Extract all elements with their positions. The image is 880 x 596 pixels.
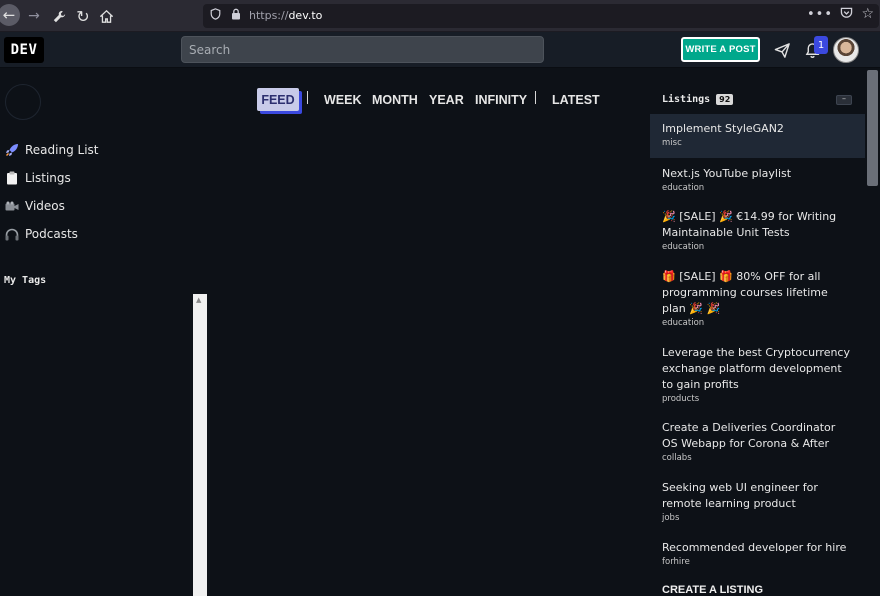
user-avatar[interactable] bbox=[833, 37, 859, 63]
listing-title: Recommended developer for hire bbox=[662, 541, 847, 554]
listing-item[interactable]: 🎉 [SALE] 🎉 €14.99 for Writing Maintainab… bbox=[650, 209, 865, 252]
listing-title: Create a Deliveries Coordinator OS Webap… bbox=[662, 421, 836, 450]
listing-item[interactable]: Next.js YouTube playlist education bbox=[650, 166, 865, 193]
more-actions-icon[interactable]: ••• bbox=[807, 7, 833, 22]
search-input[interactable] bbox=[181, 36, 544, 63]
reload-icon[interactable]: ↻ bbox=[73, 6, 93, 26]
listing-item[interactable]: Create a Deliveries Coordinator OS Webap… bbox=[650, 420, 865, 463]
lock-icon[interactable] bbox=[231, 8, 241, 23]
listing-item[interactable]: Seeking web UI engineer for remote learn… bbox=[650, 480, 865, 523]
listing-category: products bbox=[662, 394, 700, 404]
clipboard-icon bbox=[4, 170, 20, 186]
listing-title: Leverage the best Cryptocurrency exchang… bbox=[662, 346, 850, 391]
listing-item[interactable]: Recommended developer for hire forhire bbox=[650, 540, 865, 567]
headphones-icon bbox=[4, 226, 20, 242]
browser-toolbar: ← → ↻ https://dev.to ••• ☆ bbox=[0, 0, 880, 32]
tab-year[interactable]: YEAR bbox=[429, 88, 464, 112]
scroll-up-arrow-icon[interactable]: ▲ bbox=[196, 296, 201, 304]
sidebar-item-podcasts[interactable]: Podcasts bbox=[4, 224, 78, 244]
listings-count-badge: 92 bbox=[716, 94, 734, 105]
wrench-svg bbox=[53, 10, 65, 22]
listings-collapse-button[interactable]: – bbox=[836, 95, 852, 105]
tab-divider bbox=[535, 91, 536, 104]
tab-divider bbox=[307, 91, 308, 104]
bookmark-star-icon[interactable]: ☆ bbox=[861, 6, 874, 22]
camera-icon bbox=[4, 198, 20, 214]
page-scrollbar[interactable] bbox=[865, 68, 880, 596]
wrench-icon[interactable] bbox=[49, 6, 69, 26]
my-tags-heading: My Tags bbox=[4, 275, 47, 286]
create-listing-link[interactable]: CREATE A LISTING bbox=[662, 584, 763, 596]
tab-feed[interactable]: FEED bbox=[257, 88, 299, 111]
listing-title: 🎉 [SALE] 🎉 €14.99 for Writing Maintainab… bbox=[662, 210, 837, 239]
sidebar-item-label: Videos bbox=[25, 199, 65, 213]
listing-category: misc bbox=[662, 138, 682, 148]
listing-title: Seeking web UI engineer for remote learn… bbox=[662, 481, 818, 510]
listings-heading[interactable]: Listings 92 bbox=[662, 94, 734, 105]
tab-latest[interactable]: LATEST bbox=[552, 88, 600, 112]
listing-title: 🎁 [SALE] 🎁 80% OFF for all programming c… bbox=[662, 270, 828, 315]
listing-category: education bbox=[662, 318, 705, 328]
pocket-icon[interactable] bbox=[840, 7, 853, 23]
sidebar-item-videos[interactable]: Videos bbox=[4, 196, 65, 216]
notification-badge[interactable]: 1 bbox=[814, 36, 828, 54]
scrollbar-thumb[interactable] bbox=[867, 70, 878, 186]
home-icon[interactable] bbox=[96, 6, 116, 26]
clipboard-svg bbox=[7, 171, 17, 185]
listing-item[interactable]: Leverage the best Cryptocurrency exchang… bbox=[650, 345, 865, 404]
listing-item[interactable]: Implement StyleGAN2 misc bbox=[650, 114, 865, 158]
paper-plane-icon[interactable] bbox=[772, 40, 792, 60]
sidebar-item-label: Podcasts bbox=[25, 227, 78, 241]
listings-title: Listings bbox=[662, 94, 711, 105]
sidebar-item-reading-list[interactable]: Reading List bbox=[4, 140, 99, 160]
listing-category: forhire bbox=[662, 557, 690, 567]
pocket-svg bbox=[840, 7, 853, 18]
url-prefix: https:// bbox=[249, 9, 289, 22]
listing-title: Next.js YouTube playlist bbox=[662, 167, 792, 180]
forward-arrow-icon[interactable]: → bbox=[24, 6, 44, 26]
lock-svg bbox=[232, 8, 240, 20]
tab-month[interactable]: MONTH bbox=[372, 88, 418, 112]
camera-svg bbox=[5, 201, 19, 210]
home-svg bbox=[99, 9, 113, 23]
headphones-svg bbox=[5, 228, 19, 240]
shield-svg bbox=[210, 8, 221, 20]
sidebar-item-listings[interactable]: Listings bbox=[4, 168, 71, 188]
listing-title: Implement StyleGAN2 bbox=[662, 122, 784, 135]
tags-scrollbar[interactable]: ▲ bbox=[193, 294, 207, 596]
paper-plane-svg bbox=[774, 42, 790, 58]
sidebar-item-label: Listings bbox=[25, 171, 71, 185]
listing-item[interactable]: 🎁 [SALE] 🎁 80% OFF for all programming c… bbox=[650, 269, 865, 328]
write-post-button[interactable]: WRITE A POST bbox=[681, 37, 760, 62]
listing-category: collabs bbox=[662, 453, 692, 463]
url-host: dev.to bbox=[288, 9, 323, 22]
listing-category: education bbox=[662, 183, 705, 193]
shield-icon[interactable] bbox=[210, 8, 221, 23]
back-arrow-icon[interactable]: ← bbox=[0, 4, 20, 26]
address-bar[interactable]: https://dev.to ••• ☆ bbox=[203, 4, 879, 28]
sidebar-item-label: Reading List bbox=[25, 143, 99, 157]
url-text: https://dev.to bbox=[249, 9, 322, 22]
sidebar-avatar[interactable] bbox=[5, 84, 41, 120]
rocket-icon bbox=[4, 142, 20, 158]
rocket-svg bbox=[6, 144, 18, 156]
tab-week[interactable]: WEEK bbox=[324, 88, 362, 112]
dev-logo[interactable]: DEV bbox=[4, 37, 44, 63]
listing-category: jobs bbox=[662, 513, 680, 523]
site-header: DEV WRITE A POST 1 bbox=[0, 32, 880, 68]
listing-category: education bbox=[662, 242, 705, 252]
tab-infinity[interactable]: INFINITY bbox=[475, 88, 527, 112]
